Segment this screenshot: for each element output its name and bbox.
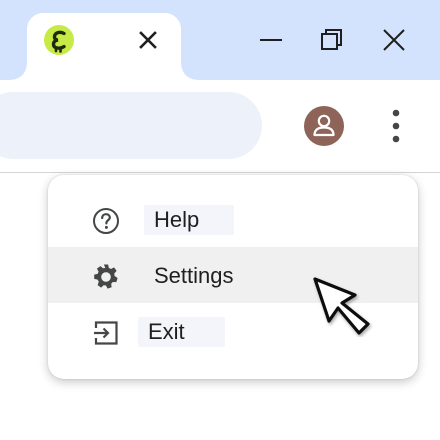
person-icon — [313, 114, 335, 137]
more-vert-icon[interactable] — [381, 108, 411, 144]
exit-icon — [94, 321, 118, 345]
tab-curve-left — [11, 64, 27, 80]
window-close-icon[interactable] — [381, 27, 407, 53]
close-icon[interactable] — [137, 29, 159, 51]
menu-item-label: Help — [144, 205, 234, 235]
menu-item-label: Exit — [138, 317, 225, 347]
help-icon — [93, 208, 119, 234]
menu-item-help[interactable]: Help — [48, 191, 418, 247]
browser-tab[interactable] — [11, 13, 197, 80]
minimize-icon[interactable] — [258, 27, 284, 53]
gear-icon — [94, 264, 118, 289]
restore-icon[interactable] — [319, 27, 345, 53]
address-bar[interactable] — [0, 92, 262, 159]
toolbar — [0, 80, 440, 173]
profile-avatar-button[interactable] — [304, 106, 344, 146]
mouse-pointer-icon — [313, 277, 370, 335]
browser-window: Help Settings Exit — [0, 0, 440, 440]
menu-item-label: Settings — [154, 263, 234, 288]
app-logo-icon — [44, 25, 74, 55]
tab-curve-right — [181, 64, 197, 80]
title-bar — [0, 0, 440, 80]
